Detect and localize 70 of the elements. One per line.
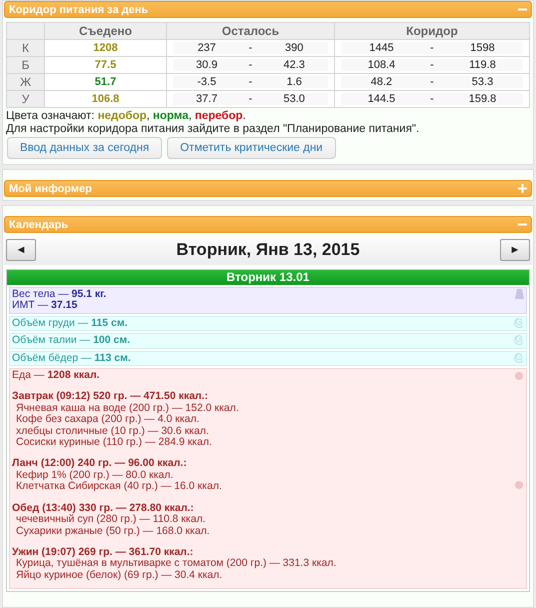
column-header: Коридор (334, 22, 530, 40)
meal-item: Сосиски куриные (110 гр.) — 284.9 ккал. (15, 437, 213, 448)
range-max: 42.3 (282, 59, 306, 71)
range-dash: - (248, 42, 254, 54)
range-min: 1445 (368, 42, 395, 54)
row-label: У (6, 90, 44, 108)
entry-text: Объём бёдер — 113 см. (12, 352, 131, 364)
eaten-value: 77.5 (44, 56, 166, 74)
meal-title: Обед (13:40) 330 гр. — 278.80 ккал.: (12, 502, 195, 514)
range-dash: - (248, 59, 254, 71)
column-header: Осталось (166, 22, 334, 40)
previous-day-button[interactable]: ◄ (6, 239, 36, 261)
eaten-value: 1208 (44, 40, 166, 56)
range-max: 390 (284, 42, 304, 54)
meal-title: Завтрак (09:12) 520 гр. — 471.50 ккал.: (12, 391, 210, 403)
entry-text: Объём талии — 100 см. (12, 335, 130, 347)
range-dash: - (248, 76, 254, 88)
range-max: 1.6 (286, 76, 303, 88)
date-title: Вторник, Янв 13, 2015 (176, 240, 360, 260)
column-header: Съедено (44, 22, 166, 40)
meal-item: Кофе без сахара (200 гр.) — 4.0 ккал. (15, 414, 200, 426)
meal-item: Сухарики ржаные (50 гр.) — 168.0 ккал. (15, 526, 211, 537)
settings-note: Для настройки коридора питания зайдите в раздел "Планирование питания". (5, 122, 420, 136)
row-label: Ж (6, 74, 44, 90)
entry-text: Объём груди — 115 см. (12, 318, 128, 330)
range-max: 159.8 (468, 93, 498, 105)
eaten-value: 106.8 (44, 90, 166, 108)
meal-title: Ужин (19:07) 269 гр. — 361.70 ккал.: (12, 546, 194, 558)
next-day-button[interactable]: ► (500, 239, 530, 261)
range-min: -3.5 (196, 76, 218, 88)
panel-title: Календарь (9, 218, 68, 230)
panel-title: Коридор питания за день (9, 4, 148, 16)
meal-item: Кефир 1% (200 гр.) — 80.0 ккал. (15, 470, 174, 482)
range-dash: - (429, 76, 435, 88)
panel-title: Мой информер (9, 182, 92, 194)
range-min: 37.7 (195, 93, 218, 105)
meal-item: Ячневая каша на воде (200 гр.) — 152.0 ккал. (15, 402, 240, 414)
meal-item: хлебцы столичные (10 гр.) — 30.6 ккал. (15, 426, 210, 437)
range-dash: - (429, 59, 435, 71)
range-dash: - (429, 42, 435, 54)
range-min: 144.5 (366, 93, 396, 105)
range-max: 119.8 (468, 59, 497, 71)
entry-text: Еда — 1208 ккал. (12, 370, 101, 382)
row-label: К (6, 40, 44, 56)
range-max: 1598 (469, 42, 496, 54)
color-legend: Цвета означают: недобор, норма, перебор. (4, 108, 532, 122)
range-dash: - (429, 93, 435, 105)
range-min: 108.4 (366, 59, 396, 71)
range-min: 48.2 (370, 76, 394, 88)
range-max: 53.0 (282, 93, 306, 105)
spiral-icon (514, 335, 524, 346)
action-button[interactable]: Ввод данных за сегодня (7, 137, 162, 159)
spiral-icon (514, 352, 524, 363)
spiral-icon (514, 318, 524, 328)
range-min: 237 (196, 42, 217, 54)
meal-title: Ланч (12:00) 240 гр. — 96.00 ккал.: (12, 458, 188, 470)
entry-text: Вес тела — 95.1 кг. (12, 289, 106, 300)
day-header: Вторник 13.01 (7, 270, 529, 285)
row-label: Б (6, 56, 44, 74)
meal-item: Яйцо куриное (белок) (69 гр.) — 30.4 ккал. (15, 570, 224, 582)
range-max: 53.3 (470, 76, 494, 88)
range-dash: - (248, 93, 254, 105)
meal-item: чечевичный суп (280 гр.) — 110.8 ккал. (16, 514, 206, 526)
meal-item: Курица, тушёная в мультиварке с томатом (200 гр.) — 331.3 ккал. (15, 558, 336, 570)
meal-item: Клетчатка Сибирская (40 гр.) — 16.0 ккал. (15, 481, 223, 493)
action-button[interactable]: Отметить критические дни (167, 137, 336, 159)
eaten-value: 51.7 (44, 74, 166, 90)
range-min: 30.9 (195, 59, 218, 71)
expand-icon[interactable] (518, 184, 527, 193)
entry-text: ИМТ — 37.15 (12, 300, 78, 312)
